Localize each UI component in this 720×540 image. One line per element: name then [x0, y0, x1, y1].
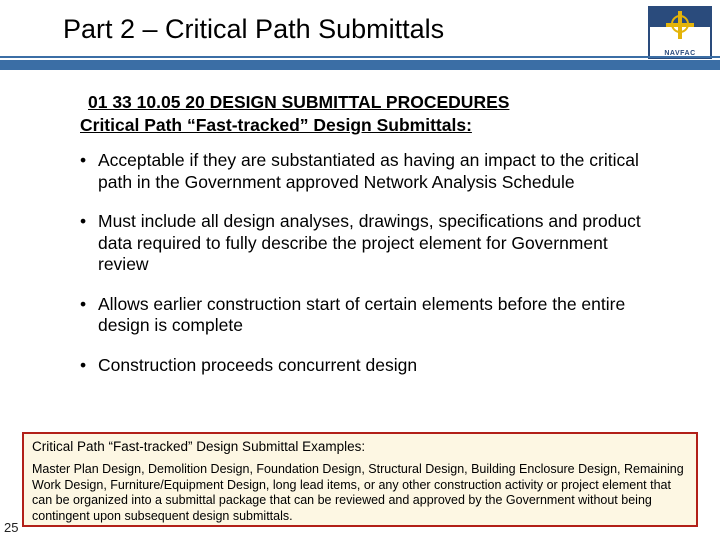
- page-title: Part 2 – Critical Path Submittals: [63, 14, 444, 45]
- list-item: • Acceptable if they are substantiated a…: [80, 150, 650, 193]
- slide-number: 25: [4, 520, 18, 535]
- list-item: • Must include all design analyses, draw…: [80, 211, 650, 276]
- bullet-icon: •: [80, 355, 98, 377]
- examples-body: Master Plan Design, Demolition Design, F…: [32, 462, 688, 525]
- examples-callout: Critical Path “Fast-tracked” Design Subm…: [22, 432, 698, 527]
- slide: Part 2 – Critical Path Submittals NAVFAC…: [0, 0, 720, 540]
- bullet-icon: •: [80, 294, 98, 337]
- bullet-text: Allows earlier construction start of cer…: [98, 294, 650, 337]
- list-item: • Allows earlier construction start of c…: [80, 294, 650, 337]
- section-code: 01 33 10.05 20 DESIGN SUBMITTAL PROCEDUR…: [88, 92, 650, 113]
- list-item: • Construction proceeds concurrent desig…: [80, 355, 650, 377]
- bullet-list: • Acceptable if they are substantiated a…: [80, 150, 650, 376]
- content-area: 01 33 10.05 20 DESIGN SUBMITTAL PROCEDUR…: [80, 92, 650, 394]
- bullet-icon: •: [80, 150, 98, 193]
- bullet-text: Construction proceeds concurrent design: [98, 355, 650, 377]
- examples-title: Critical Path “Fast-tracked” Design Subm…: [32, 439, 688, 456]
- header-band: [0, 56, 720, 70]
- compass-ring-icon: [671, 15, 689, 33]
- section-heading: Critical Path “Fast-tracked” Design Subm…: [80, 115, 650, 136]
- bullet-text: Must include all design analyses, drawin…: [98, 211, 650, 276]
- bullet-text: Acceptable if they are substantiated as …: [98, 150, 650, 193]
- navfac-logo: NAVFAC: [648, 6, 712, 60]
- bullet-icon: •: [80, 211, 98, 276]
